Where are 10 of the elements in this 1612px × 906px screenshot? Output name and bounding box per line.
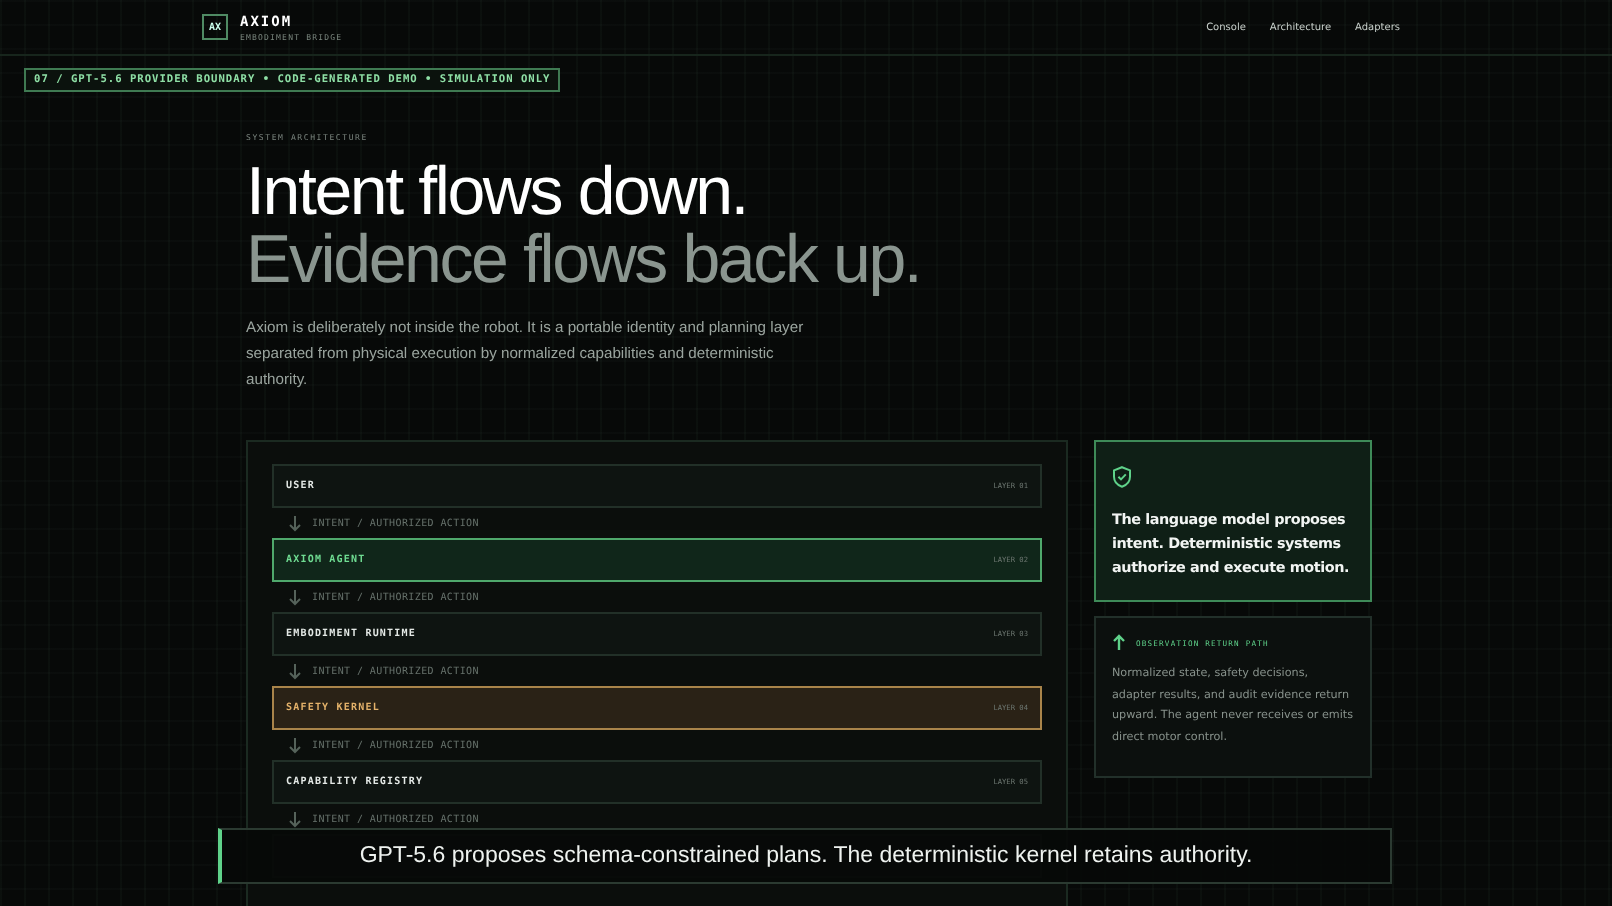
down-arrow-icon bbox=[288, 515, 302, 531]
shield-check-icon bbox=[1112, 466, 1132, 488]
headline: Evidence flows back up. bbox=[246, 226, 921, 294]
down-arrow-icon bbox=[288, 663, 302, 679]
headline: Intent flows down. bbox=[246, 158, 748, 226]
down-arrow-icon bbox=[288, 589, 302, 605]
up-arrow-icon bbox=[1112, 634, 1126, 650]
down-arrow-icon bbox=[288, 811, 302, 827]
down-arrow-icon bbox=[288, 737, 302, 753]
caption-text: GPT-5.6 proposes schema-constrained plans. The deterministic kernel retains authority. bbox=[359, 844, 1253, 868]
